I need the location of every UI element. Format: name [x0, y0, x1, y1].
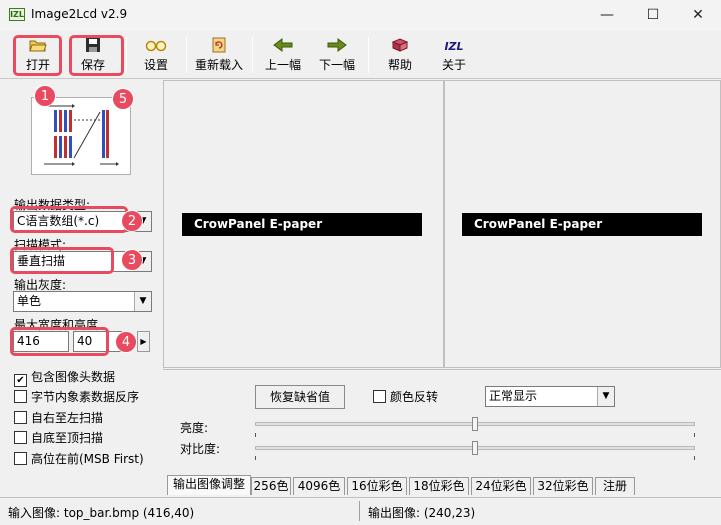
include-header-label: 包含图像头数据	[31, 370, 116, 384]
output-preview-image: CrowPanel E-paper	[462, 213, 702, 236]
checkbox-checked-icon[interactable]: ✔	[14, 374, 27, 387]
settings-panel: 输出数据类型: C语言数组(*.c) ▼ 扫描模式: 垂直扫描 ▼ 输出灰度: …	[0, 80, 162, 496]
close-button[interactable]: ✕	[675, 0, 721, 31]
help-button[interactable]: 帮助	[380, 34, 420, 76]
size-spin-arrow-icon[interactable]: ▶	[137, 331, 150, 352]
tab-256-color[interactable]: 256色	[251, 477, 291, 495]
invert-color-label: 颜色反转	[390, 390, 439, 404]
display-mode-select[interactable]: 正常显示 ▼	[485, 386, 615, 407]
slider-tick	[694, 456, 695, 460]
scan-mode-highlight	[10, 247, 114, 274]
dropdown-arrow-icon[interactable]: ▼	[597, 387, 614, 406]
annotation-badge: 4	[115, 331, 137, 353]
slider-tick	[694, 433, 695, 437]
slider-tick	[255, 456, 256, 460]
reload-button[interactable]: 重新载入	[190, 34, 248, 76]
reload-label: 重新载入	[194, 58, 243, 72]
about-button[interactable]: IZL 关于	[434, 34, 474, 76]
annotation-badge: 5	[112, 88, 134, 110]
izl-logo-icon: IZL	[444, 40, 464, 53]
input-preview-pane: CrowPanel E-paper	[163, 80, 444, 368]
dropdown-arrow-icon[interactable]: ▼	[134, 292, 151, 311]
tab-24bit-color[interactable]: 24位彩色	[471, 477, 531, 495]
title-bar: IZL Image2Lcd v2.9 — ☐ ✕	[0, 0, 721, 31]
display-mode-value: 正常显示	[489, 389, 538, 403]
tab-output-adjust[interactable]: 输出图像调整	[167, 475, 251, 495]
annotation-badge: 3	[121, 249, 143, 271]
open-highlight	[13, 35, 62, 76]
right-arrow-icon	[312, 37, 362, 57]
contrast-label: 对比度:	[180, 442, 221, 456]
gray-select[interactable]: 单色 ▼	[13, 291, 152, 312]
maximize-button[interactable]: ☐	[630, 0, 676, 31]
next-image-label: 下一幅	[318, 58, 355, 72]
checkbox-icon[interactable]	[14, 390, 27, 403]
contrast-slider-thumb[interactable]	[472, 441, 478, 455]
tab-32bit-color[interactable]: 32位彩色	[533, 477, 593, 495]
toolbar-separator	[126, 37, 127, 73]
msb-first-checkbox[interactable]: 高位在前(MSB First)	[14, 452, 144, 468]
annotation-badge: 2	[121, 210, 143, 232]
left-arrow-icon	[258, 37, 308, 57]
window-title: Image2Lcd v2.9	[31, 7, 128, 21]
msb-first-label: 高位在前(MSB First)	[31, 452, 144, 466]
tab-18bit-color[interactable]: 18位彩色	[409, 477, 469, 495]
bottom-to-top-label: 自底至顶扫描	[31, 431, 104, 445]
settings-label: 设置	[143, 58, 168, 72]
include-header-checkbox[interactable]: ✔ 包含图像头数据	[14, 370, 116, 387]
gray-value: 单色	[17, 294, 42, 308]
status-divider	[359, 501, 360, 521]
input-image-status: 输入图像: top_bar.bmp (416,40)	[8, 506, 195, 520]
settings-button[interactable]: 设置	[136, 34, 176, 76]
restore-defaults-button[interactable]: 恢复缺省值	[255, 385, 345, 409]
right-to-left-label: 自右至左扫描	[31, 411, 104, 425]
checkbox-icon[interactable]	[14, 452, 27, 465]
prev-image-label: 上一幅	[264, 58, 301, 72]
save-highlight	[69, 35, 124, 76]
annotation-badge: 1	[34, 85, 56, 107]
about-label: 关于	[441, 58, 466, 72]
checkbox-icon[interactable]	[14, 411, 27, 424]
right-to-left-checkbox[interactable]: 自右至左扫描	[14, 411, 103, 427]
scan-preview-thumbnail	[31, 97, 131, 175]
reverse-byte-label: 字节内象素数据反序	[31, 390, 140, 404]
toolbar-separator	[252, 37, 253, 73]
checkbox-icon[interactable]	[14, 431, 27, 444]
glasses-icon	[136, 37, 176, 57]
tab-4096-color[interactable]: 4096色	[293, 477, 345, 495]
prev-image-button[interactable]: 上一幅	[258, 34, 308, 76]
minimize-button[interactable]: —	[584, 0, 630, 31]
slider-tick	[255, 433, 256, 437]
help-label: 帮助	[387, 58, 412, 72]
output-image-status: 输出图像: (240,23)	[368, 506, 476, 520]
next-image-button[interactable]: 下一幅	[312, 34, 362, 76]
status-bar: 输入图像: top_bar.bmp (416,40) 输出图像: (240,23…	[0, 497, 721, 525]
tab-16bit-color[interactable]: 16位彩色	[347, 477, 407, 495]
brightness-label: 亮度:	[180, 421, 209, 435]
tab-register[interactable]: 注册	[595, 477, 635, 495]
reload-icon	[190, 37, 248, 57]
toolbar-separator	[368, 37, 369, 73]
output-preview-pane: CrowPanel E-paper	[444, 80, 721, 368]
output-type-highlight	[10, 206, 128, 233]
brightness-slider-thumb[interactable]	[472, 417, 478, 431]
invert-color-checkbox[interactable]: 颜色反转	[373, 390, 438, 406]
checkbox-icon[interactable]	[373, 390, 386, 403]
toolbar-separator	[186, 37, 187, 73]
reverse-byte-checkbox[interactable]: 字节内象素数据反序	[14, 390, 139, 406]
input-preview-image: CrowPanel E-paper	[182, 213, 422, 236]
max-size-highlight	[10, 327, 109, 356]
app-icon: IZL	[9, 8, 25, 21]
bottom-to-top-checkbox[interactable]: 自底至顶扫描	[14, 431, 103, 447]
help-book-icon	[380, 37, 420, 57]
